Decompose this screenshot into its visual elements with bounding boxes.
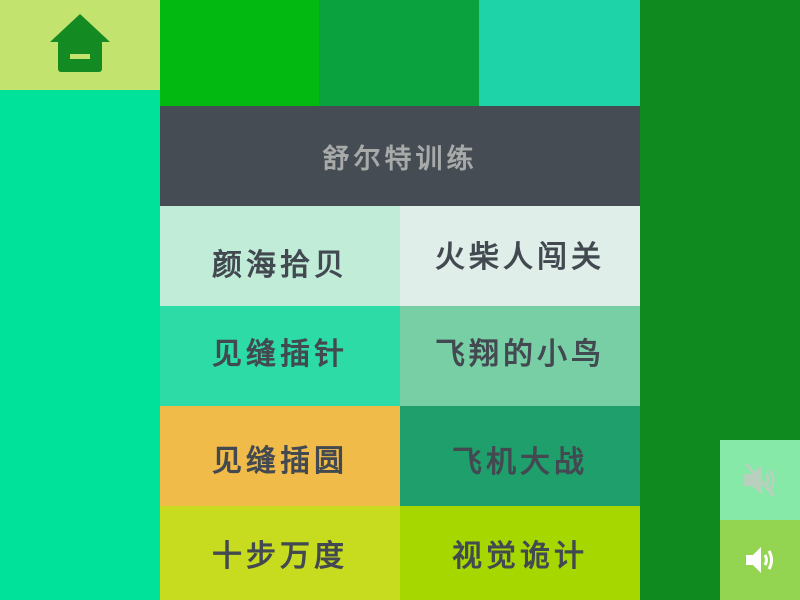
top-tab-1[interactable] — [160, 0, 319, 106]
speaker-muted-icon — [744, 463, 776, 497]
title-bar: 舒尔特训练 — [160, 106, 640, 206]
page-title: 舒尔特训练 — [322, 143, 478, 175]
speaker-on-icon — [746, 547, 773, 573]
game-label: 见缝插圆 — [212, 444, 348, 479]
game-tile-stickman[interactable]: 火柴人闯关 — [400, 206, 640, 306]
left-panel — [0, 90, 160, 600]
game-label: 视觉诡计 — [452, 539, 588, 574]
top-tab-2[interactable] — [319, 0, 479, 106]
home-button[interactable] — [48, 12, 112, 74]
game-tile-flappy-bird[interactable]: 飞翔的小鸟 — [400, 306, 640, 406]
game-tile-circle[interactable]: 见缝插圆 — [160, 406, 400, 506]
game-tile-ten-steps[interactable]: 十步万度 — [160, 506, 400, 600]
game-tile-visual-trick[interactable]: 视觉诡计 — [400, 506, 640, 600]
game-label: 飞机大战 — [452, 445, 588, 480]
mute-button[interactable] — [720, 440, 800, 520]
game-label: 火柴人闯关 — [435, 240, 605, 275]
game-tile-needle[interactable]: 见缝插针 — [160, 306, 400, 406]
game-tile-beachcombing[interactable]: 颜海拾贝 — [160, 206, 400, 306]
game-tile-plane-war[interactable]: 飞机大战 — [400, 406, 640, 506]
game-label: 颜海拾贝 — [212, 248, 348, 283]
top-tab-3[interactable] — [479, 0, 640, 106]
game-label: 飞翔的小鸟 — [435, 337, 605, 372]
home-icon — [50, 14, 110, 72]
sound-on-button[interactable] — [720, 520, 800, 600]
game-label: 见缝插针 — [212, 337, 348, 372]
game-label: 十步万度 — [212, 539, 348, 574]
